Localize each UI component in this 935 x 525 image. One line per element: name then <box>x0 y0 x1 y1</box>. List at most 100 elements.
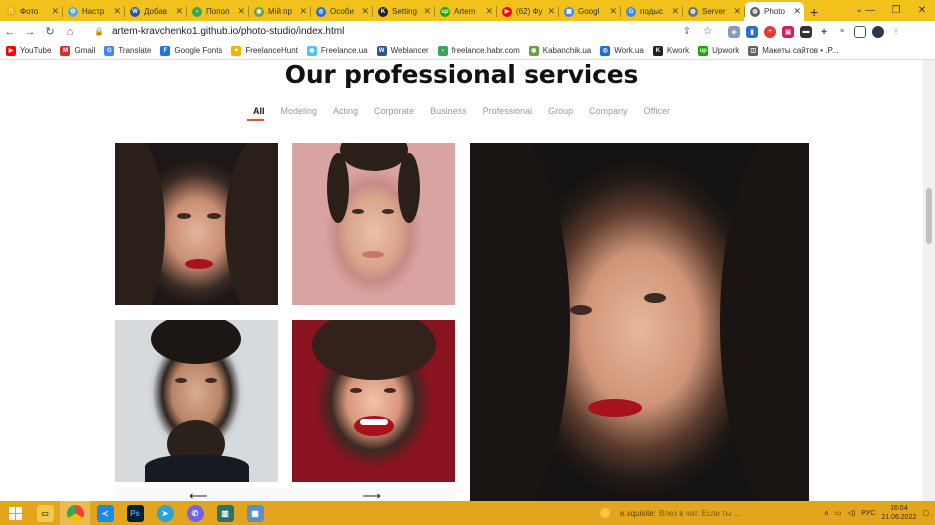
close-window-icon[interactable]: ✕ <box>909 5 935 16</box>
taskbar-chrome[interactable] <box>60 501 90 525</box>
bookmark-item[interactable]: ✦ FreelanceHunt <box>231 45 298 56</box>
browser-tab[interactable]: ⚙ Настр ✕ <box>62 2 124 21</box>
forward-icon[interactable]: → <box>20 26 40 38</box>
browser-tab[interactable]: ▪ Попол ✕ <box>186 2 248 21</box>
filter-tab[interactable]: All <box>247 106 264 121</box>
tab-close-icon[interactable]: ✕ <box>113 6 121 17</box>
portrait-photo[interactable] <box>292 320 455 482</box>
clock[interactable]: 16:04 21.06.2022 <box>881 504 916 522</box>
bookmark-item[interactable]: G Translate <box>104 45 151 56</box>
new-tab-button[interactable]: + <box>810 2 818 21</box>
browser-tab[interactable]: K Setting ✕ <box>372 2 434 21</box>
home-icon[interactable]: ⌂ <box>60 26 80 38</box>
bookmark-favicon-icon: G <box>104 45 115 56</box>
network-icon[interactable]: ▭ <box>835 509 842 517</box>
reload-icon[interactable]: ↻ <box>40 25 60 38</box>
bookmark-item[interactable]: ◫ Макеты сайтов • .P... <box>748 45 839 56</box>
browser-tab[interactable]: up Artem ✕ <box>434 2 496 21</box>
start-button[interactable] <box>0 501 30 525</box>
browser-tab[interactable]: ▦ Googl ✕ <box>558 2 620 21</box>
taskbar-viber[interactable]: ✆ <box>180 501 210 525</box>
bookmark-item[interactable]: M Gmail <box>60 45 95 56</box>
puzzle-extensions-icon[interactable]: ✚ <box>818 25 830 38</box>
scrollbar-thumb[interactable] <box>926 188 932 244</box>
profile-avatar[interactable] <box>872 25 884 38</box>
filter-tab[interactable]: Company <box>589 106 628 116</box>
minimize-icon[interactable]: — <box>857 5 883 16</box>
browser-tab[interactable]: G Фото ✕ <box>0 2 62 21</box>
tab-close-icon[interactable]: ✕ <box>547 6 555 17</box>
notifications-icon[interactable]: ▢ <box>922 509 929 517</box>
browser-tab[interactable]: ◎ Особи ✕ <box>310 2 372 21</box>
browser-tab[interactable]: ◍ Server ✕ <box>682 2 744 21</box>
tray-chevron-icon[interactable]: ∧ <box>824 509 829 517</box>
filter-tab[interactable]: Professional <box>483 106 533 116</box>
tab-close-icon[interactable]: ✕ <box>671 6 679 17</box>
bookmark-item[interactable]: ◎ Work.ua <box>600 45 644 56</box>
media-extension-icon[interactable]: ▬ <box>800 25 812 38</box>
chat-notification[interactable]: e.xquisite: Влез в чат. Если ты ... <box>590 503 790 523</box>
filter-tab[interactable]: Group <box>548 106 573 116</box>
portrait-photo[interactable] <box>292 143 455 305</box>
tab-close-icon[interactable]: ✕ <box>361 6 369 17</box>
bookmark-item[interactable]: W Weblancer <box>376 45 429 56</box>
plus-extension-icon[interactable]: + <box>764 25 776 38</box>
menu-kebab-icon[interactable]: ⋮ <box>890 25 902 38</box>
browser-tab[interactable]: ◉ Мій пр ✕ <box>248 2 310 21</box>
tab-close-icon[interactable]: ✕ <box>793 6 801 17</box>
gift-extension-icon[interactable]: ▣ <box>782 25 794 38</box>
side-panel-icon[interactable] <box>854 25 866 38</box>
portrait-photo-large[interactable] <box>470 143 809 501</box>
bookmark-favicon-icon: ▪ <box>437 45 448 56</box>
taskbar-vscode[interactable]: ≺ <box>90 501 120 525</box>
language-indicator[interactable]: РУС <box>861 510 875 517</box>
tab-close-icon[interactable]: ✕ <box>299 6 307 17</box>
bookmark-label: Макеты сайтов • .P... <box>762 46 839 55</box>
browser-tab[interactable]: Gподыс ✕ <box>620 2 682 21</box>
filter-tab[interactable]: Business <box>430 106 467 116</box>
reading-list-icon[interactable]: ≡ <box>836 25 848 38</box>
bookmark-item[interactable]: up Upwork <box>698 45 739 56</box>
share-icon[interactable]: ⇪ <box>683 26 691 37</box>
shield-extension-icon[interactable]: ◈ <box>728 25 740 38</box>
lock-icon[interactable]: 🔒 <box>94 27 104 36</box>
filter-tab[interactable]: Modeling <box>280 106 317 116</box>
filter-tab[interactable]: Officer <box>644 106 670 116</box>
address-bar[interactable]: 🔒 artem-kravchenko1.github.io/photo-stud… <box>88 23 718 40</box>
tab-close-icon[interactable]: ✕ <box>609 6 617 17</box>
back-icon[interactable]: ← <box>0 26 20 38</box>
portrait-photo[interactable] <box>115 143 278 305</box>
tab-close-icon[interactable]: ✕ <box>175 6 183 17</box>
tab-close-icon[interactable]: ✕ <box>733 6 741 17</box>
portrait-photo[interactable] <box>115 320 278 482</box>
browser-tab[interactable]: ▶ (62) Фу ✕ <box>496 2 558 21</box>
tab-close-icon[interactable]: ✕ <box>485 6 493 17</box>
bookmark-extension-icon[interactable]: ▮ <box>746 25 758 38</box>
eye-shape <box>207 213 221 219</box>
next-arrow-button[interactable]: ⟶ <box>362 488 381 501</box>
browser-tab[interactable]: W Добав ✕ <box>124 2 186 21</box>
filter-tab[interactable]: Acting <box>333 106 358 116</box>
tab-close-icon[interactable]: ✕ <box>237 6 245 17</box>
tab-close-icon[interactable]: ✕ <box>51 6 59 17</box>
taskbar-telegram[interactable]: ➤ <box>150 501 180 525</box>
bookmark-item[interactable]: ◉ Kabanchik.ua <box>528 45 591 56</box>
browser-tab[interactable]: ◍ Photo ✕ <box>744 2 804 21</box>
filter-tab[interactable]: Corporate <box>374 106 414 116</box>
bookmark-item[interactable]: F Google Fonts <box>160 45 222 56</box>
prev-arrow-button[interactable]: ⟵ <box>189 488 208 501</box>
taskbar-explorer[interactable]: ▭ <box>30 501 60 525</box>
bookmark-item[interactable]: K Kwork <box>652 45 689 56</box>
bookmark-item[interactable]: ▪ freelance.habr.com <box>437 45 520 56</box>
page-scrollbar[interactable] <box>923 60 935 501</box>
url-text[interactable]: artem-kravchenko1.github.io/photo-studio… <box>112 26 344 37</box>
taskbar-photoshop[interactable]: Ps <box>120 501 150 525</box>
volume-icon[interactable]: ◁) <box>848 509 856 517</box>
maximize-icon[interactable]: ❐ <box>883 5 909 16</box>
bookmark-item[interactable]: ▶ YouTube <box>6 45 51 56</box>
taskbar-app[interactable]: ▥ <box>210 501 240 525</box>
bookmark-star-icon[interactable]: ☆ <box>703 26 712 37</box>
tab-close-icon[interactable]: ✕ <box>423 6 431 17</box>
taskbar-app2[interactable]: ▦ <box>240 501 270 525</box>
bookmark-item[interactable]: ◉ Freelance.ua <box>306 45 368 56</box>
